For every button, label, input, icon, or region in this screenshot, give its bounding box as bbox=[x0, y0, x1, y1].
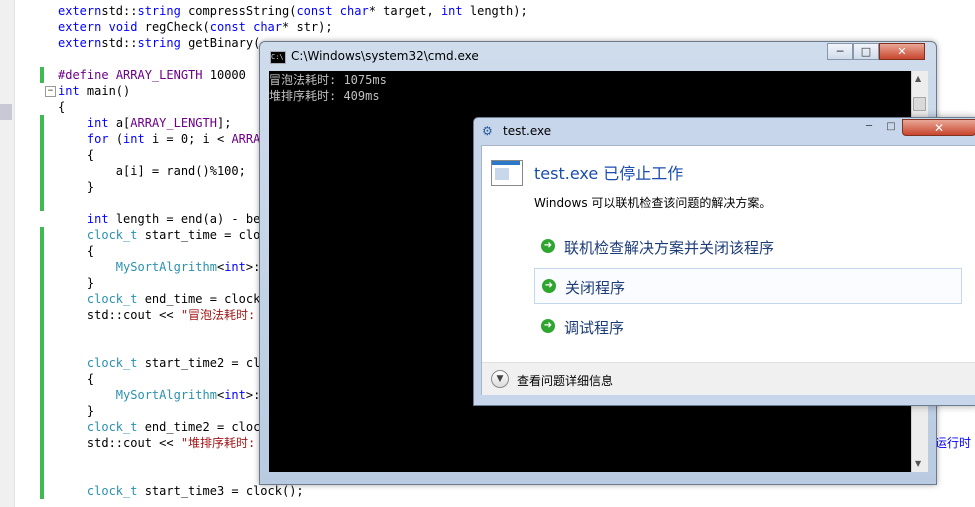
green-arrow-icon: ➜ bbox=[541, 319, 555, 333]
dialog-titlebar[interactable]: ⚙ test.exe ─ □ ✕ bbox=[474, 118, 975, 144]
dialog-body: test.exe 已停止工作 Windows 可以联机检查该问题的解决方案。 ➜… bbox=[481, 145, 975, 395]
code-line: externstd::string compressString(const c… bbox=[58, 4, 528, 18]
scroll-thumb[interactable] bbox=[913, 97, 926, 111]
code-line: externstd::string getBinary( bbox=[58, 36, 261, 50]
green-arrow-icon: ➜ bbox=[541, 239, 555, 253]
code-line: clock_t start_time2 = clo bbox=[86, 356, 268, 370]
change-marker bbox=[40, 307, 44, 499]
app-small-icon: ⚙ bbox=[482, 124, 493, 138]
code-line: { bbox=[58, 100, 66, 114]
view-details-link[interactable]: 查看问题详细信息 bbox=[517, 372, 613, 389]
code-line: #define ARRAY_LENGTH 10000 bbox=[58, 68, 246, 82]
dialog-footer: ▼ 查看问题详细信息 bbox=[482, 362, 975, 395]
dialog-heading: test.exe 已停止工作 bbox=[534, 164, 684, 183]
change-marker bbox=[40, 115, 44, 211]
code-line: { bbox=[58, 244, 95, 258]
code-line: } bbox=[58, 180, 95, 194]
code-line: MySortAlgrithm<int>:: bbox=[115, 260, 268, 274]
close-button[interactable]: ✕ bbox=[879, 43, 925, 60]
chevron-down-icon[interactable]: ▼ bbox=[491, 370, 509, 388]
code-line: MySortAlgrithm<int>:: bbox=[115, 388, 268, 402]
crash-dialog[interactable]: ⚙ test.exe ─ □ ✕ test.exe 已停止工作 Windows … bbox=[473, 117, 975, 406]
side-note-text: 运行时 bbox=[935, 436, 972, 450]
option-label: 调试程序 bbox=[564, 319, 625, 337]
console-line: 冒泡法耗时: 1075ms bbox=[269, 73, 387, 87]
code-line: int main() bbox=[58, 84, 131, 98]
code-line: for (int i = 0; i < ARRAY bbox=[86, 132, 268, 146]
dialog-subtitle: Windows 可以联机检查该问题的解决方案。 bbox=[534, 196, 772, 210]
code-line: int length = end(a) - beg bbox=[86, 212, 268, 226]
code-line: } bbox=[58, 276, 95, 290]
editor-left-margin bbox=[0, 0, 15, 507]
console-line: 堆排序耗时: 409ms bbox=[269, 89, 380, 103]
maximize-button[interactable]: □ bbox=[853, 43, 879, 60]
code-line: clock_t end_time2 = clock bbox=[86, 420, 268, 434]
option-label: 联机检查解决方案并关闭该程序 bbox=[564, 239, 775, 257]
cmd-title: C:\Windows\system32\cmd.exe bbox=[291, 49, 479, 63]
code-line: { bbox=[58, 372, 95, 386]
console-icon: C:\ bbox=[270, 51, 286, 64]
green-arrow-icon: ➜ bbox=[542, 279, 556, 293]
code-line: clock_t start_time3 = clock(); bbox=[86, 484, 304, 498]
code-line: { bbox=[58, 148, 95, 162]
scroll-up-icon[interactable]: ▲ bbox=[915, 74, 921, 83]
option-debug-program[interactable]: ➜ 调试程序 bbox=[534, 309, 962, 345]
code-line: clock_t end_time = clock( bbox=[86, 292, 268, 306]
code-line: std::cout << "冒泡法耗时: bbox=[58, 308, 256, 322]
code-line: clock_t start_time = cloc bbox=[86, 228, 268, 242]
code-line: int a[ARRAY_LENGTH]; bbox=[86, 116, 232, 130]
fold-toggle-icon[interactable]: − bbox=[45, 86, 56, 97]
code-line: std::cout << "堆排序耗时: bbox=[58, 436, 256, 450]
dialog-maximize-icon: □ bbox=[886, 121, 896, 132]
dialog-minimize-icon: ─ bbox=[865, 121, 873, 132]
margin-marker bbox=[0, 104, 12, 120]
option-check-online[interactable]: ➜ 联机检查解决方案并关闭该程序 bbox=[534, 229, 962, 265]
dialog-close-button[interactable]: ✕ bbox=[902, 119, 975, 136]
scroll-down-icon[interactable]: ▼ bbox=[915, 459, 921, 468]
option-close-program[interactable]: ➜ 关闭程序 bbox=[534, 268, 962, 304]
program-window-icon bbox=[491, 160, 523, 186]
cmd-titlebar[interactable]: C:\ C:\Windows\system32\cmd.exe ─ □ ✕ bbox=[260, 42, 936, 70]
change-marker bbox=[40, 67, 44, 83]
option-label: 关闭程序 bbox=[565, 279, 626, 297]
code-line: a[i] = rand()%100; bbox=[58, 164, 246, 178]
code-line: } bbox=[58, 404, 95, 418]
code-line: extern void regCheck(const char* str); bbox=[58, 20, 333, 34]
minimize-button[interactable]: ─ bbox=[827, 43, 853, 60]
dialog-title: test.exe bbox=[503, 124, 552, 138]
